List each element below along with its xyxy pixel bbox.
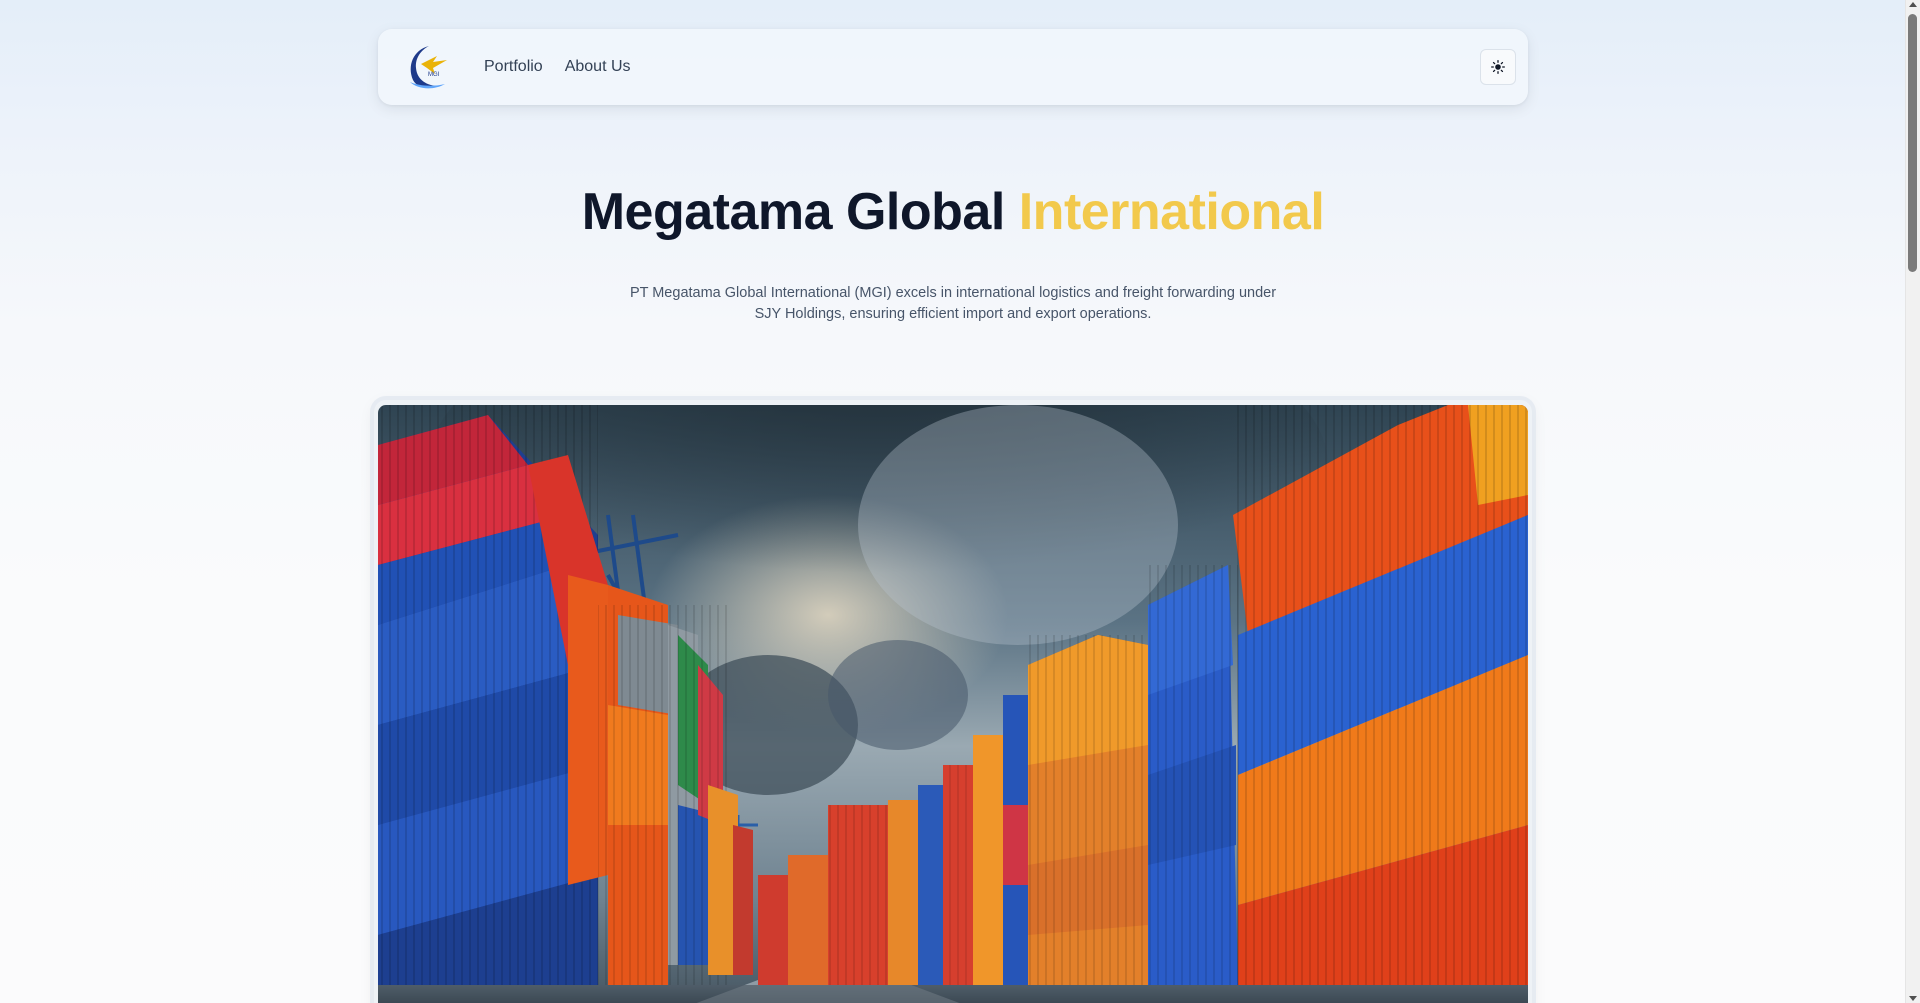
nav-links: Portfolio About Us <box>484 58 631 76</box>
hero-title-main: Megatama Global <box>581 183 1006 241</box>
navbar: MGI Portfolio About Us <box>378 29 1528 105</box>
scroll-down-arrow-icon[interactable] <box>1909 996 1917 1001</box>
hero-image-frame <box>374 400 1532 1003</box>
hero-description: PT Megatama Global International (MGI) e… <box>629 285 1277 322</box>
nav-link-portfolio[interactable]: Portfolio <box>484 58 543 76</box>
mgi-logo[interactable]: MGI <box>402 41 454 93</box>
vertical-scrollbar[interactable] <box>1905 0 1920 1003</box>
scroll-thumb[interactable] <box>1908 14 1917 272</box>
sun-icon <box>1491 60 1505 74</box>
nav-link-about-us[interactable]: About Us <box>565 58 631 76</box>
theme-toggle-button[interactable] <box>1480 49 1516 85</box>
scroll-up-arrow-icon[interactable] <box>1909 2 1917 7</box>
hero-title: Megatama Global International <box>0 180 1906 244</box>
hero-image <box>378 405 1528 1003</box>
container-port-image <box>378 405 1528 1003</box>
page: MGI Portfolio About Us Megatama Global I… <box>0 0 1920 1003</box>
logo-icon: MGI <box>410 46 447 89</box>
logo-text: MGI <box>428 72 440 78</box>
hero-title-accent: International <box>1018 183 1325 241</box>
